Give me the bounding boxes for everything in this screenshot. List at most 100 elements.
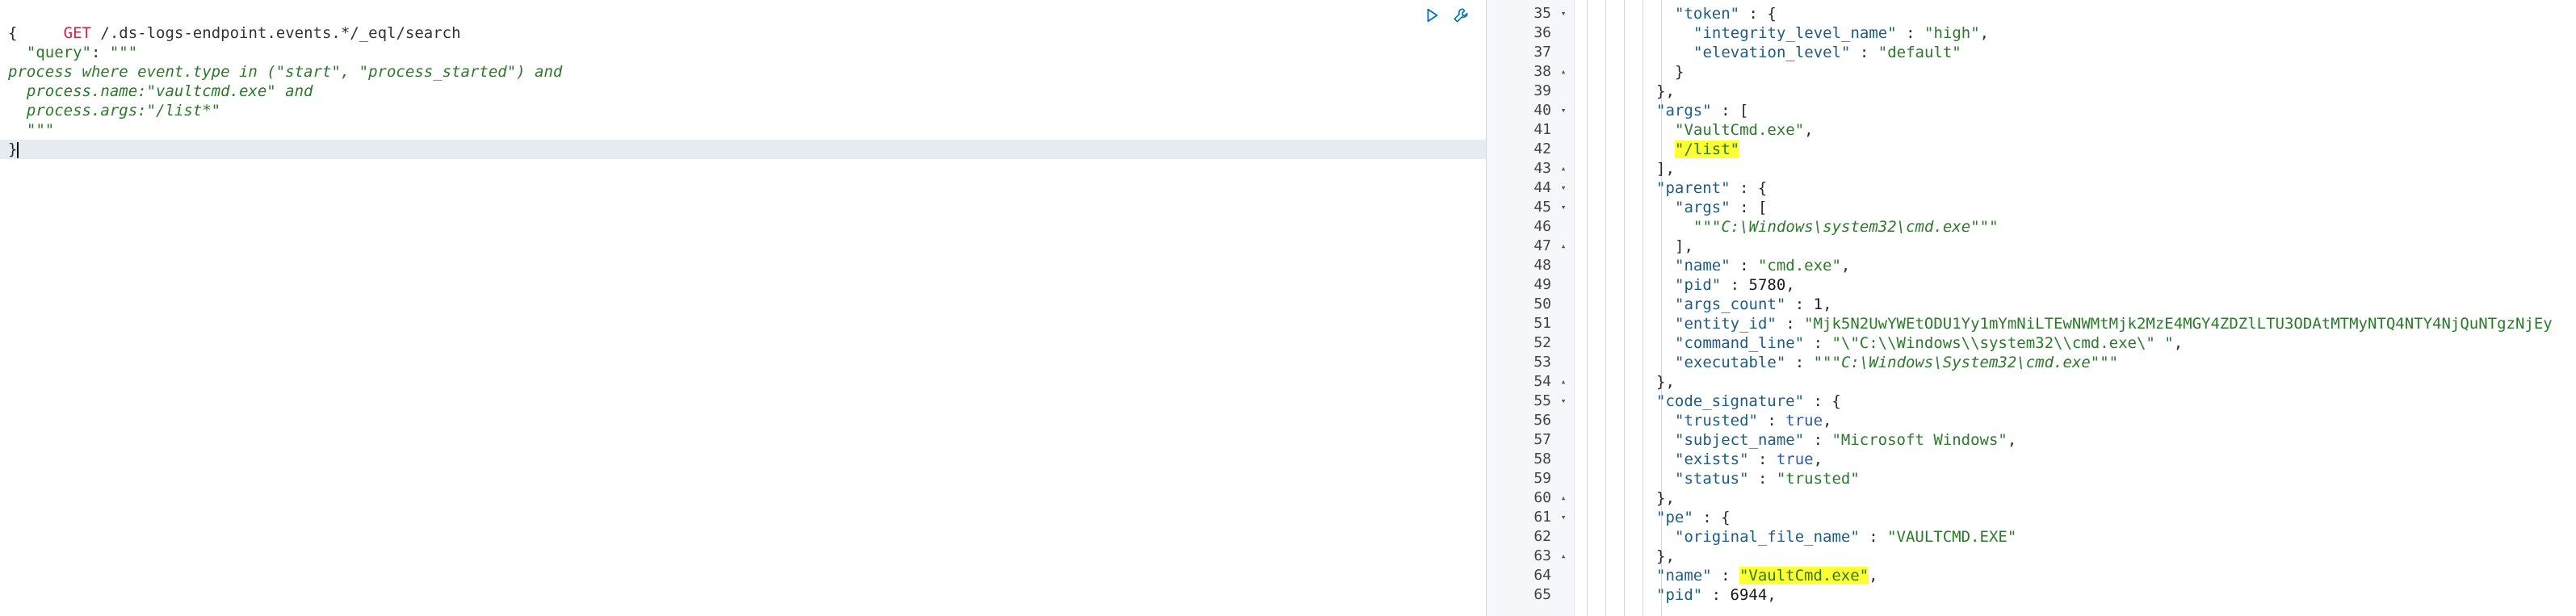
json-token: :	[1785, 295, 1814, 313]
settings-button[interactable]	[1450, 5, 1471, 26]
line-number: 44	[1533, 179, 1551, 196]
json-token: "subject_name"	[1675, 431, 1805, 449]
eql-line: process.args:"/list*"	[8, 102, 221, 119]
response-line: "args" : [	[1675, 198, 1767, 217]
fold-toggle-expanded-icon[interactable]: ▾	[1558, 508, 1569, 527]
json-token: "pe"	[1656, 509, 1693, 526]
response-line: ],	[1675, 237, 1693, 256]
json-token: : {	[1739, 5, 1777, 23]
json-token: : [	[1730, 199, 1768, 216]
json-token: "token"	[1675, 5, 1740, 23]
json-token: :	[1721, 276, 1749, 294]
json-token: :	[1748, 470, 1777, 488]
json-token: },	[1656, 373, 1675, 391]
line-number: 49	[1533, 276, 1551, 293]
response-line: "status" : "trusted"	[1675, 469, 1860, 488]
json-token: "trusted"	[1776, 470, 1860, 488]
line-number: 61	[1533, 509, 1551, 526]
line-number: 46	[1533, 218, 1551, 235]
json-token: :	[1776, 315, 1805, 333]
highlighted-match: "VaultCmd.exe"	[1739, 567, 1869, 585]
json-token: "command_line"	[1675, 334, 1805, 352]
json-token: : {	[1693, 509, 1731, 526]
line-number: 48	[1533, 257, 1551, 274]
fold-toggle-collapsed-icon[interactable]: ▴	[1558, 62, 1569, 82]
response-line: "subject_name" : "Microsoft Windows",	[1675, 430, 2016, 450]
response-line: },	[1656, 488, 1675, 508]
json-token: :	[1730, 257, 1758, 274]
fold-toggle-collapsed-icon[interactable]: ▴	[1558, 547, 1569, 566]
json-token: "cmd.exe"	[1757, 257, 1841, 274]
json-token: """	[1693, 218, 1722, 236]
response-line: },	[1656, 82, 1675, 101]
json-token: "default"	[1877, 44, 1961, 61]
response-viewer[interactable]: 35 ▾ 36 37 38 ▴ 39 40 ▾ 41 42 43 ▴ 44 ▾ 45 ▾ 46 47 ▴ 48 49 50 5…	[1487, 0, 2576, 616]
json-token: ,	[1804, 121, 1814, 139]
line-number: 64	[1533, 567, 1551, 584]
active-line[interactable]: }	[0, 140, 1486, 159]
json-token: 1	[1813, 295, 1823, 313]
json-token: true	[1776, 450, 1814, 468]
run-request-button[interactable]	[1421, 5, 1442, 26]
fold-toggle-expanded-icon[interactable]: ▾	[1558, 178, 1569, 198]
fold-toggle-collapsed-icon[interactable]: ▴	[1558, 488, 1569, 508]
fold-toggle-expanded-icon[interactable]: ▾	[1558, 101, 1569, 120]
response-line: "code_signature" : {	[1656, 392, 1841, 411]
response-line: "args_count" : 1,	[1675, 295, 1832, 314]
response-line: "pid" : 6944,	[1656, 585, 1777, 605]
json-token: "executable"	[1675, 354, 1786, 371]
request-editor[interactable]: GET /.ds-logs-endpoint.events.*/_eql/sea…	[0, 0, 1486, 616]
json-token: : {	[1730, 179, 1768, 197]
response-line: "parent" : {	[1656, 178, 1767, 198]
fold-toggle-expanded-icon[interactable]: ▾	[1558, 198, 1569, 217]
line-number: 40	[1533, 102, 1551, 119]
fold-toggle-collapsed-icon[interactable]: ▴	[1558, 372, 1569, 392]
json-token: :	[1702, 586, 1731, 604]
json-token: : {	[1804, 392, 1841, 410]
request-actions	[1421, 5, 1471, 26]
json-token: "entity_id"	[1675, 315, 1777, 333]
json-token: }	[1675, 63, 1684, 81]
request-line[interactable]: GET /.ds-logs-endpoint.events.*/_eql/sea…	[8, 4, 461, 42]
json-token: C:\Windows\System32\cmd.exe	[1840, 354, 2091, 371]
response-line: }	[1675, 62, 1684, 82]
fold-toggle-collapsed-icon[interactable]: ▴	[1558, 159, 1569, 178]
response-line: },	[1656, 372, 1675, 392]
response-line: "pid" : 5780,	[1675, 275, 1795, 295]
json-token: },	[1656, 82, 1675, 100]
fold-toggle-collapsed-icon[interactable]: ▴	[1558, 237, 1569, 256]
json-token: :	[1804, 431, 1832, 449]
response-line: },	[1656, 547, 1675, 566]
wrench-icon	[1454, 8, 1468, 23]
json-token: :	[1748, 450, 1777, 468]
json-token: "args_count"	[1675, 295, 1786, 313]
json-token: :	[1711, 567, 1739, 585]
json-token: "trusted"	[1675, 412, 1758, 430]
json-token: ,	[1840, 257, 1851, 274]
json-token: "name"	[1675, 257, 1731, 274]
json-token: "high"	[1924, 24, 1980, 42]
json-token: "integrity_level_name"	[1693, 24, 1897, 42]
line-number: 37	[1533, 44, 1551, 61]
json-token: ,	[2173, 334, 2184, 352]
fold-toggle-expanded-icon[interactable]: ▾	[1558, 392, 1569, 411]
fold-toggle-expanded-icon[interactable]: ▾	[1558, 4, 1569, 23]
json-token: "args"	[1675, 199, 1731, 216]
json-token: """	[1813, 354, 1841, 371]
json-token: "VaultCmd.exe"	[1675, 121, 1805, 139]
line-number: 42	[1533, 140, 1551, 157]
line-number: 35	[1533, 5, 1551, 22]
line-number: 41	[1533, 121, 1551, 138]
line-number: 47	[1533, 237, 1551, 254]
json-token: "exists"	[1675, 450, 1749, 468]
gutter-border	[1574, 0, 1575, 616]
json-token: C:\Windows\system32\cmd.exe	[1721, 218, 1971, 236]
json-token: :	[1804, 334, 1832, 352]
response-line: "original_file_name" : "VAULTCMD.EXE"	[1675, 527, 2016, 547]
json-token: ,	[1823, 412, 1832, 430]
response-line: "name" : "VaultCmd.exe",	[1656, 566, 1878, 585]
eql-line: process.name:"vaultcmd.exe" and	[8, 82, 313, 100]
response-line: "token" : {	[1675, 4, 1777, 23]
json-token: :	[1896, 24, 1924, 42]
indent-guide	[1624, 0, 1625, 616]
